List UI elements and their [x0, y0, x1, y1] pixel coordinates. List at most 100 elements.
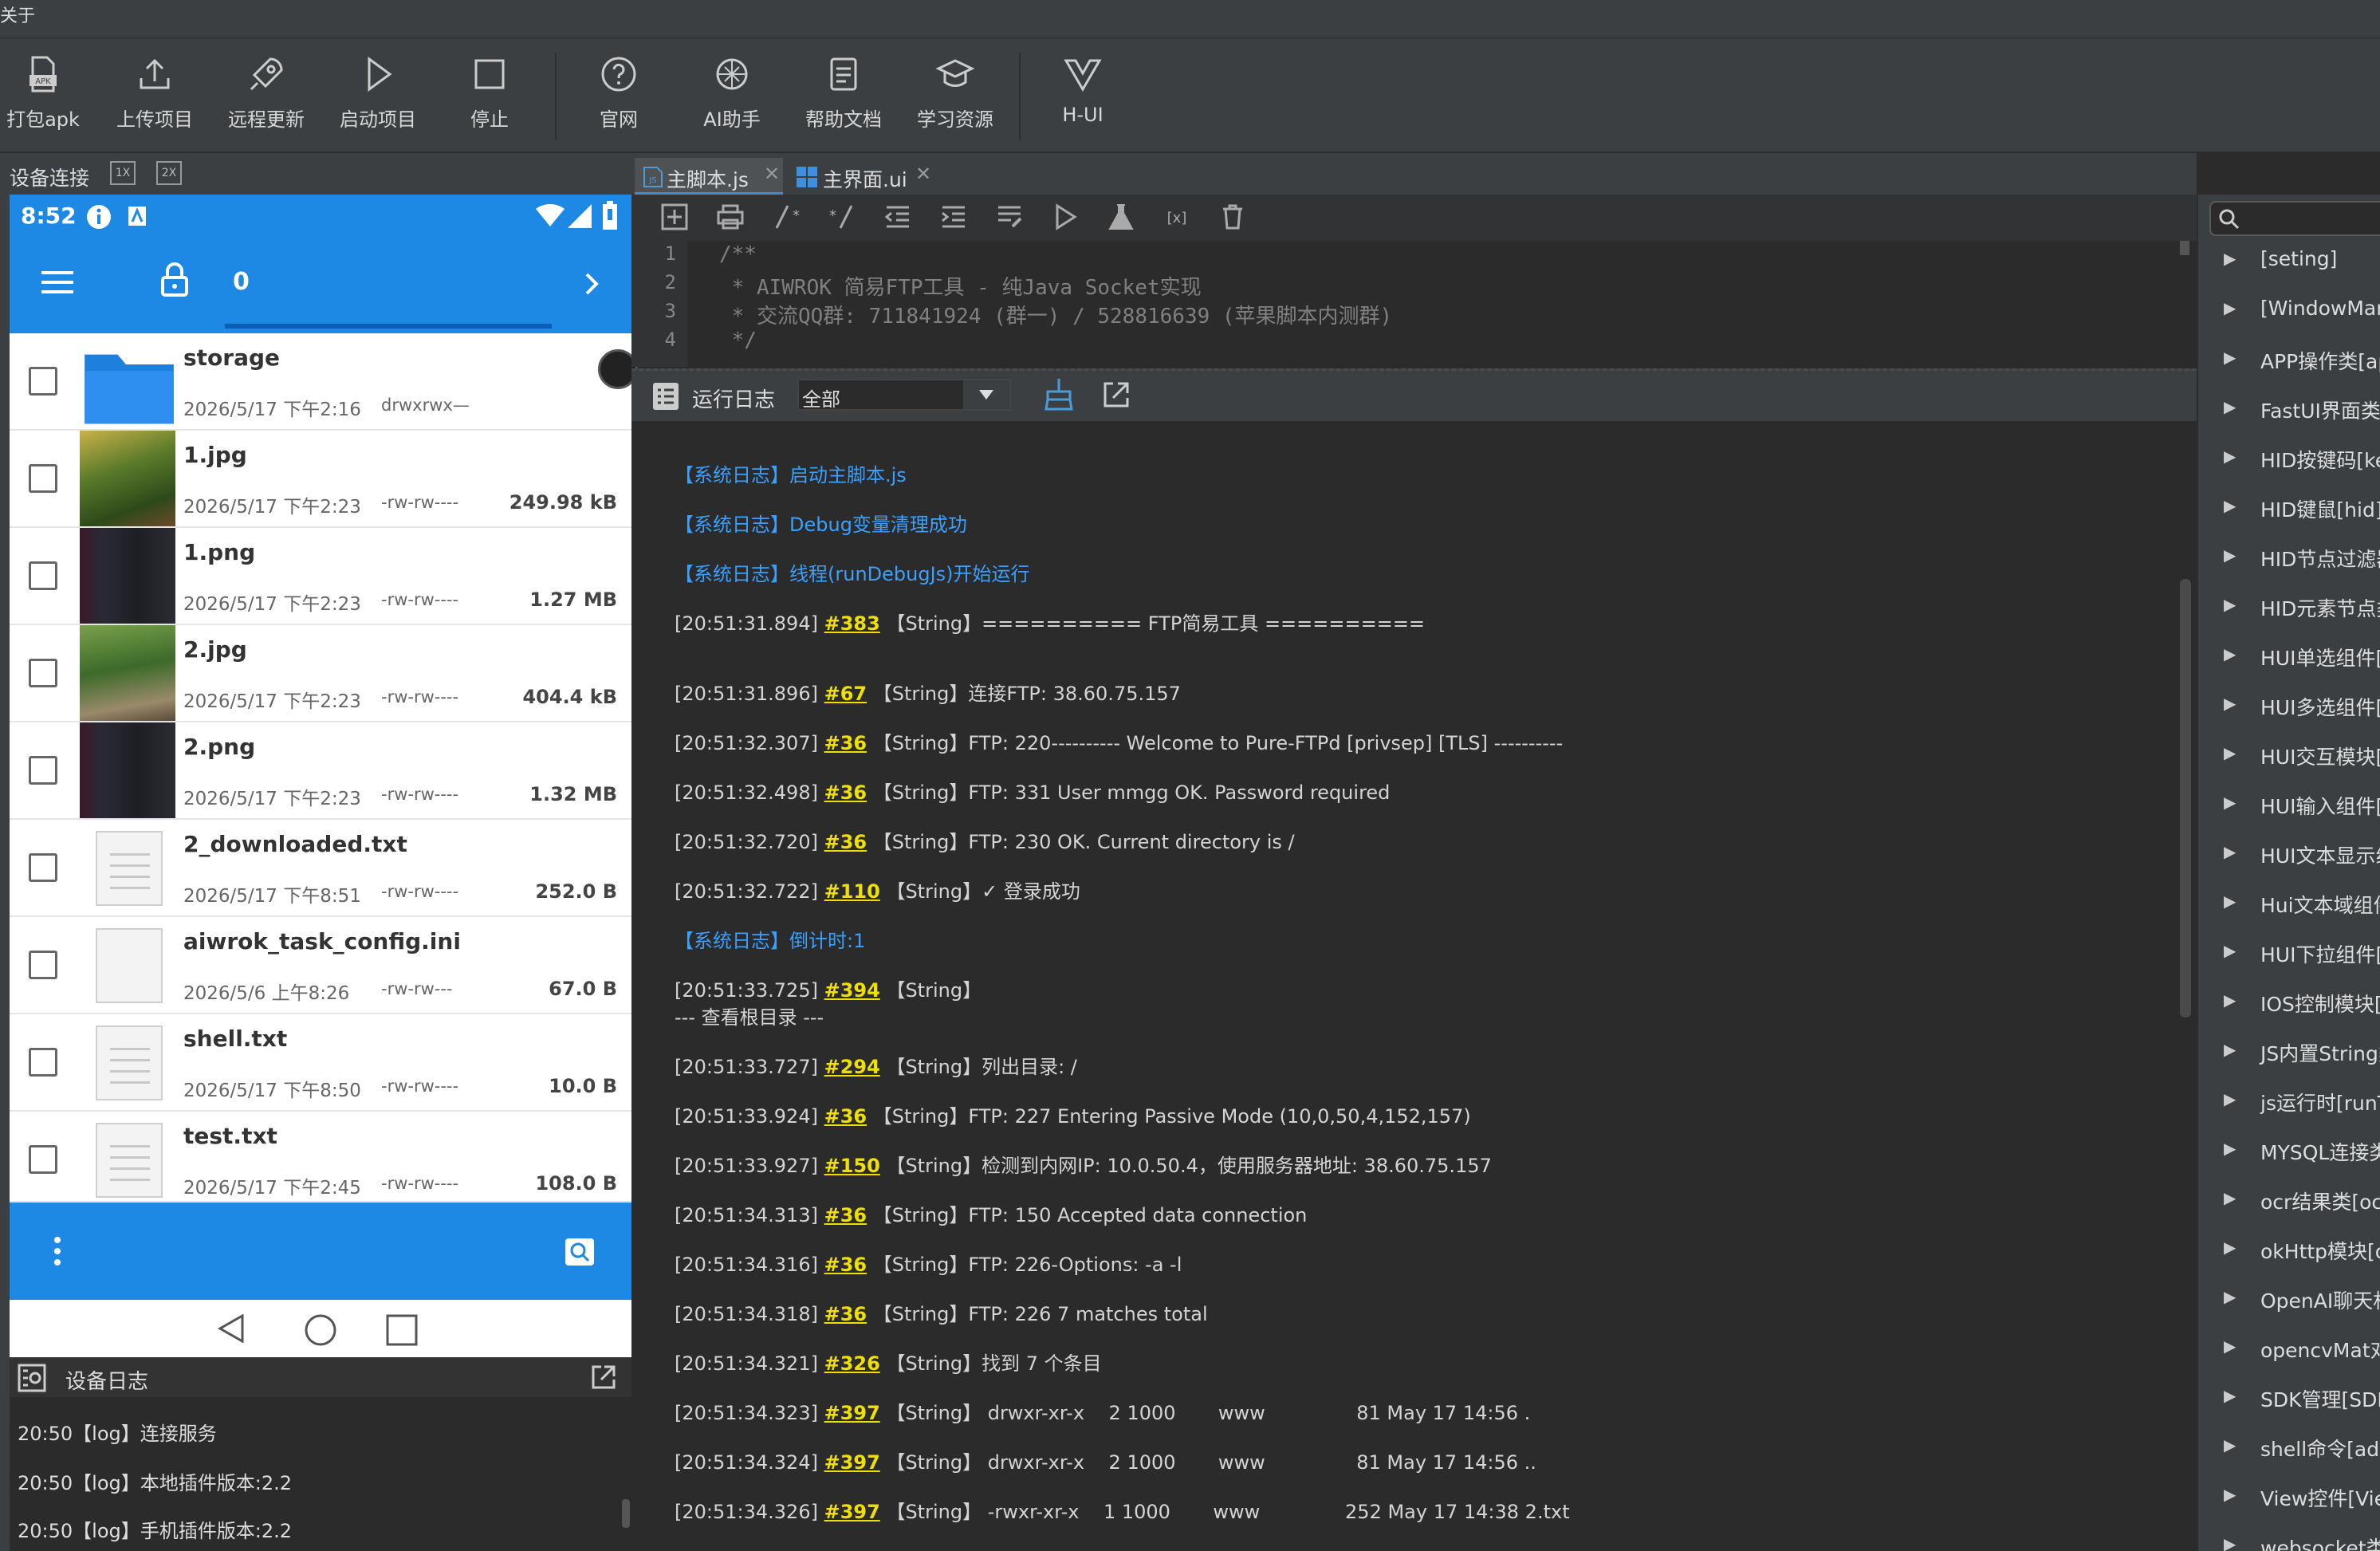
tree-item[interactable]: ▶ FastUI界面类[: [2198, 386, 2380, 435]
expand-arrow-icon[interactable]: ▶: [2224, 545, 2236, 565]
expand-arrow-icon[interactable]: ▶: [2224, 644, 2236, 663]
tree-item[interactable]: ▶ HID元素节点类: [2198, 584, 2380, 633]
tree-item[interactable]: ▶ JS内置String类: [2198, 1029, 2380, 1078]
log-filter-select[interactable]: 全部: [797, 379, 1011, 411]
tree-item[interactable]: ▶ [seting]: [2198, 238, 2380, 287]
log-source-link[interactable]: #36: [824, 781, 867, 804]
row-checkbox[interactable]: [29, 951, 57, 979]
ai-assistant-button[interactable]: AI助手: [684, 54, 780, 150]
more-vert-icon[interactable]: [53, 1236, 62, 1266]
row-checkbox[interactable]: [29, 756, 57, 785]
expand-arrow-icon[interactable]: ▶: [2224, 496, 2236, 515]
file-row-shell-txt[interactable]: shell.txt 2026/5/17 下午8:50 -rw-rw---- 10…: [10, 1014, 631, 1112]
expand-arrow-icon[interactable]: ▶: [2224, 990, 2236, 1010]
expand-arrow-icon[interactable]: ▶: [2224, 1386, 2236, 1405]
tree-item[interactable]: ▶ opencvMat对: [2198, 1325, 2380, 1375]
expand-arrow-icon[interactable]: ▶: [2224, 1336, 2236, 1356]
expand-arrow-icon[interactable]: ▶: [2224, 348, 2236, 367]
broom-clear-icon[interactable]: [1043, 377, 1075, 411]
tree-item[interactable]: ▶ OpenAI聊天机: [2198, 1276, 2380, 1325]
learning-resources-button[interactable]: 学习资源: [907, 54, 1003, 150]
expand-arrow-icon[interactable]: ▶: [2224, 842, 2236, 861]
add-icon[interactable]: [660, 203, 689, 231]
log-scrollbar-thumb[interactable]: [2180, 579, 2191, 1018]
tree-item[interactable]: ▶ ocr结果类[ocr: [2198, 1177, 2380, 1226]
tab-main-js[interactable]: JS 主脚本.js ✕: [635, 158, 783, 195]
tree-item[interactable]: ▶ MYSQL连接类: [2198, 1128, 2380, 1177]
expand-arrow-icon[interactable]: ▶: [2224, 1485, 2236, 1504]
log-source-link[interactable]: #150: [824, 1155, 880, 1177]
editor-scrollbar[interactable]: [2180, 241, 2189, 255]
tab-main-ui[interactable]: 主界面.ui ✕: [788, 158, 936, 195]
run-log-output[interactable]: 【系统日志】启动主脚本.js 【系统日志】Debug变量清理成功 【系统日志】线程(…: [631, 421, 2197, 1551]
tree-item[interactable]: ▶ shell命令[adb: [2198, 1424, 2380, 1474]
remote-update-button[interactable]: 远程更新: [218, 54, 314, 150]
file-row-2-png[interactable]: 2.png 2026/5/17 下午2:23 -rw-rw---- 1.32 M…: [10, 722, 631, 820]
lock-icon[interactable]: [161, 262, 188, 297]
log-source-link[interactable]: #326: [824, 1352, 880, 1375]
expand-arrow-icon[interactable]: ▶: [2224, 1435, 2236, 1455]
row-checkbox[interactable]: [29, 1145, 57, 1174]
expand-arrow-icon[interactable]: ▶: [2224, 1287, 2236, 1306]
log-source-link[interactable]: #397: [824, 1501, 880, 1523]
expand-arrow-icon[interactable]: ▶: [2224, 1534, 2236, 1551]
variable-icon[interactable]: [x]: [1162, 203, 1191, 231]
menu-hamburger-icon[interactable]: [41, 270, 73, 295]
tree-item[interactable]: ▶ View控件[View: [2198, 1474, 2380, 1523]
log-source-link[interactable]: #397: [824, 1451, 880, 1474]
log-source-link[interactable]: #110: [824, 880, 880, 903]
scale-2x-button[interactable]: 2X: [156, 161, 182, 185]
run-icon[interactable]: [1051, 203, 1080, 231]
menu-about[interactable]: 关于: [0, 2, 35, 27]
log-source-link[interactable]: #36: [824, 831, 867, 853]
file-row-storage[interactable]: storage 2026/5/17 下午2:16 drwxrwx—: [10, 333, 638, 431]
code-editor[interactable]: 1 2 3 4 /** * AIWROK 简易FTP工具 - 纯Java Soc…: [631, 241, 2197, 367]
expand-arrow-icon[interactable]: ▶: [2224, 1188, 2236, 1207]
expand-arrow-icon[interactable]: ▶: [2224, 1040, 2236, 1059]
tree-item[interactable]: ▶ SDK管理[SDK: [2198, 1375, 2380, 1424]
flask-icon[interactable]: [1107, 203, 1135, 231]
file-row-1-jpg[interactable]: 1.jpg 2026/5/17 下午2:23 -rw-rw---- 249.98…: [10, 431, 631, 528]
tree-item[interactable]: ▶ HUI单选组件[: [2198, 633, 2380, 683]
search-icon[interactable]: [565, 1238, 595, 1266]
help-docs-button[interactable]: 帮助文档: [796, 54, 891, 150]
expand-arrow-icon[interactable]: ▶: [2224, 892, 2236, 911]
tree-item[interactable]: ▶ [WindowMan: [2198, 287, 2380, 337]
format-icon[interactable]: [995, 203, 1024, 231]
file-row-test-txt[interactable]: test.txt 2026/5/17 下午2:45 -rw-rw---- 108…: [10, 1112, 631, 1203]
log-source-link[interactable]: #394: [824, 979, 880, 1002]
close-icon[interactable]: ✕: [915, 163, 931, 185]
log-source-link[interactable]: #36: [824, 1254, 867, 1276]
log-source-link[interactable]: #36: [824, 1105, 867, 1128]
expand-arrow-icon[interactable]: ▶: [2224, 743, 2236, 762]
tree-search-input[interactable]: [2209, 201, 2380, 236]
tree-item[interactable]: ▶ HUI多选组件[: [2198, 683, 2380, 732]
expand-arrow-icon[interactable]: ▶: [2224, 595, 2236, 614]
expand-arrow-icon[interactable]: ▶: [2224, 397, 2236, 416]
website-button[interactable]: 官网: [571, 54, 667, 150]
expand-arrow-icon[interactable]: ▶: [2224, 298, 2236, 317]
comment-start-icon[interactable]: *: [772, 203, 801, 231]
row-checkbox[interactable]: [29, 659, 57, 687]
upload-project-button[interactable]: 上传项目: [107, 54, 203, 150]
tree-item[interactable]: ▶ HID按键码[ke: [2198, 435, 2380, 485]
tree-item[interactable]: ▶ HUI输入组件[: [2198, 781, 2380, 831]
popout-icon[interactable]: [590, 1364, 617, 1391]
popout-icon[interactable]: [1102, 380, 1131, 409]
tree-item[interactable]: ▶ Hui文本域组件: [2198, 880, 2380, 930]
file-row-1-png[interactable]: 1.png 2026/5/17 下午2:23 -rw-rw---- 1.27 M…: [10, 528, 631, 625]
log-source-link[interactable]: #383: [824, 612, 880, 635]
indent-icon[interactable]: [939, 203, 968, 231]
tree-item[interactable]: ▶ APP操作类[ap: [2198, 337, 2380, 386]
outdent-icon[interactable]: [883, 203, 912, 231]
log-source-link[interactable]: #294: [824, 1056, 880, 1078]
row-checkbox[interactable]: [29, 561, 57, 590]
comment-end-icon[interactable]: *: [828, 203, 856, 231]
file-row-2-jpg[interactable]: 2.jpg 2026/5/17 下午2:23 -rw-rw---- 404.4 …: [10, 625, 631, 722]
tree-item[interactable]: ▶ HUI交互模块[: [2198, 732, 2380, 781]
log-source-link[interactable]: #67: [824, 683, 867, 705]
phone-screen[interactable]: 8:52 0 storage 2026/5/17 下午2:16 drwxrwx—…: [10, 195, 638, 1357]
expand-arrow-icon[interactable]: ▶: [2224, 1089, 2236, 1108]
nav-recents-icon[interactable]: [386, 1314, 418, 1346]
row-checkbox[interactable]: [29, 1048, 57, 1077]
